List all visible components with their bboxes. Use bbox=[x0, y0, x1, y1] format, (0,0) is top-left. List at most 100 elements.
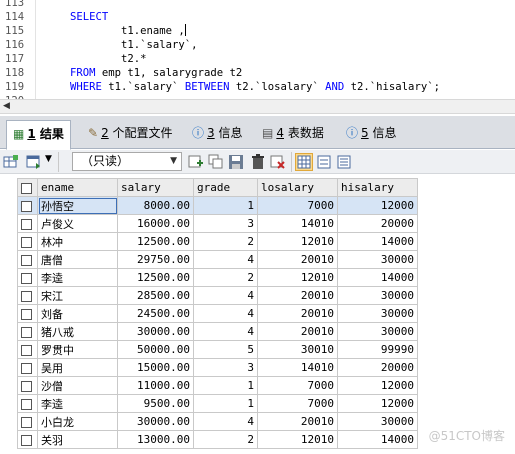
cell-ename[interactable]: 李逵 bbox=[37, 394, 118, 413]
cell-losalary[interactable]: 12010 bbox=[257, 430, 338, 449]
cell-grade[interactable]: 2 bbox=[193, 430, 258, 449]
cell-ename[interactable]: 吴用 bbox=[37, 358, 118, 377]
editor-horizontal-scrollbar[interactable]: ◀ bbox=[0, 99, 515, 114]
cell-hisalary[interactable]: 30000 bbox=[337, 286, 418, 305]
row-checkbox[interactable] bbox=[17, 430, 38, 449]
cell-salary[interactable]: 8000.00 bbox=[117, 196, 194, 215]
row-checkbox[interactable] bbox=[17, 214, 38, 233]
select-all-checkbox[interactable] bbox=[17, 178, 38, 197]
cell-hisalary[interactable]: 12000 bbox=[337, 394, 418, 413]
cell-salary[interactable]: 13000.00 bbox=[117, 430, 194, 449]
cell-salary[interactable]: 11000.00 bbox=[117, 376, 194, 395]
cell-losalary[interactable]: 12010 bbox=[257, 232, 338, 251]
row-checkbox[interactable] bbox=[17, 340, 38, 359]
cell-losalary[interactable]: 14010 bbox=[257, 358, 338, 377]
view-mode-dropdown-icon[interactable]: ▼ bbox=[45, 154, 52, 164]
cell-grade[interactable]: 1 bbox=[193, 376, 258, 395]
export-grid-icon[interactable] bbox=[3, 154, 19, 170]
table-row[interactable]: 林冲 12500.00 2 12010 14000 bbox=[17, 232, 418, 251]
cell-hisalary[interactable]: 14000 bbox=[337, 232, 418, 251]
table-row[interactable]: 孙悟空 8000.00 1 7000 12000 bbox=[17, 196, 418, 215]
sql-editor[interactable]: 113 114 SELECT 115 t1.ename , 116 t1.`salary… bbox=[0, 0, 515, 99]
table-row[interactable]: 小白龙 30000.00 4 20010 30000 bbox=[17, 412, 418, 431]
cell-ename[interactable]: 林冲 bbox=[37, 232, 118, 251]
cell-ename[interactable]: 唐僧 bbox=[37, 250, 118, 269]
cell-ename[interactable]: 孙悟空 bbox=[37, 196, 118, 215]
column-header-salary[interactable]: salary bbox=[117, 178, 194, 197]
row-checkbox[interactable] bbox=[17, 250, 38, 269]
cell-salary[interactable]: 30000.00 bbox=[117, 322, 194, 341]
cell-hisalary[interactable]: 30000 bbox=[337, 412, 418, 431]
table-row[interactable]: 沙僧 11000.00 1 7000 12000 bbox=[17, 376, 418, 395]
cell-grade[interactable]: 1 bbox=[193, 394, 258, 413]
insert-row-icon[interactable] bbox=[188, 154, 204, 170]
cell-ename[interactable]: 罗贯中 bbox=[37, 340, 118, 359]
cell-ename[interactable]: 宋江 bbox=[37, 286, 118, 305]
cell-ename[interactable]: 刘备 bbox=[37, 304, 118, 323]
table-row[interactable]: 罗贯中 50000.00 5 30010 99990 bbox=[17, 340, 418, 359]
cell-hisalary[interactable]: 12000 bbox=[337, 376, 418, 395]
cell-ename[interactable]: 沙僧 bbox=[37, 376, 118, 395]
cell-losalary[interactable]: 7000 bbox=[257, 376, 338, 395]
save-icon[interactable] bbox=[228, 154, 244, 170]
cell-hisalary[interactable]: 30000 bbox=[337, 250, 418, 269]
cell-grade[interactable]: 3 bbox=[193, 358, 258, 377]
cell-grade[interactable]: 1 bbox=[193, 196, 258, 215]
cell-losalary[interactable]: 20010 bbox=[257, 412, 338, 431]
tab-3[interactable]: ⓘ 3 信息 bbox=[186, 120, 249, 147]
duplicate-row-icon[interactable] bbox=[208, 154, 224, 170]
cell-losalary[interactable]: 12010 bbox=[257, 268, 338, 287]
row-checkbox[interactable] bbox=[17, 322, 38, 341]
tab-1[interactable]: ▦ 1 结果 bbox=[6, 120, 71, 150]
cell-hisalary[interactable]: 30000 bbox=[337, 304, 418, 323]
cell-hisalary[interactable]: 30000 bbox=[337, 322, 418, 341]
code-line[interactable]: 117 t2.* bbox=[0, 52, 515, 66]
code-line[interactable]: 118 FROM emp t1, salarygrade t2 bbox=[0, 66, 515, 80]
cell-salary[interactable]: 9500.00 bbox=[117, 394, 194, 413]
table-row[interactable]: 刘备 24500.00 4 20010 30000 bbox=[17, 304, 418, 323]
code-line[interactable]: 114 SELECT bbox=[0, 10, 515, 24]
cell-hisalary[interactable]: 20000 bbox=[337, 214, 418, 233]
cell-grade[interactable]: 4 bbox=[193, 286, 258, 305]
cell-salary[interactable]: 16000.00 bbox=[117, 214, 194, 233]
cell-ename[interactable]: 关羽 bbox=[37, 430, 118, 449]
row-checkbox[interactable] bbox=[17, 358, 38, 377]
cell-grade[interactable]: 2 bbox=[193, 268, 258, 287]
cell-salary[interactable]: 12500.00 bbox=[117, 268, 194, 287]
tab-5[interactable]: ⓘ 5 信息 bbox=[340, 120, 403, 147]
table-row[interactable]: 唐僧 29750.00 4 20010 30000 bbox=[17, 250, 418, 269]
cell-ename[interactable]: 李逵 bbox=[37, 268, 118, 287]
delete-icon[interactable] bbox=[250, 154, 266, 170]
cell-grade[interactable]: 2 bbox=[193, 232, 258, 251]
column-header-grade[interactable]: grade bbox=[193, 178, 258, 197]
tab-2[interactable]: ✎ 2 个配置文件 bbox=[82, 120, 179, 147]
row-checkbox[interactable] bbox=[17, 196, 38, 215]
table-row[interactable]: 猪八戒 30000.00 4 20010 30000 bbox=[17, 322, 418, 341]
readonly-select[interactable]: （只读） ▼ bbox=[72, 152, 182, 171]
cell-losalary[interactable]: 20010 bbox=[257, 304, 338, 323]
cell-salary[interactable]: 50000.00 bbox=[117, 340, 194, 359]
grid-view-icon[interactable] bbox=[295, 153, 313, 171]
cell-hisalary[interactable]: 14000 bbox=[337, 268, 418, 287]
cancel-changes-icon[interactable] bbox=[270, 154, 286, 170]
table-row[interactable]: 李逵 9500.00 1 7000 12000 bbox=[17, 394, 418, 413]
cell-salary[interactable]: 24500.00 bbox=[117, 304, 194, 323]
cell-grade[interactable]: 4 bbox=[193, 250, 258, 269]
view-mode-icon[interactable] bbox=[26, 154, 42, 170]
cell-losalary[interactable]: 30010 bbox=[257, 340, 338, 359]
cell-salary[interactable]: 29750.00 bbox=[117, 250, 194, 269]
cell-grade[interactable]: 4 bbox=[193, 412, 258, 431]
cell-hisalary[interactable]: 12000 bbox=[337, 196, 418, 215]
cell-losalary[interactable]: 20010 bbox=[257, 322, 338, 341]
code-line[interactable]: 115 t1.ename , bbox=[0, 24, 515, 38]
cell-grade[interactable]: 4 bbox=[193, 322, 258, 341]
cell-salary[interactable]: 12500.00 bbox=[117, 232, 194, 251]
column-header-hisalary[interactable]: hisalary bbox=[337, 178, 418, 197]
cell-hisalary[interactable]: 99990 bbox=[337, 340, 418, 359]
row-checkbox[interactable] bbox=[17, 412, 38, 431]
column-header-ename[interactable]: ename bbox=[37, 178, 118, 197]
row-checkbox[interactable] bbox=[17, 286, 38, 305]
code-line[interactable]: 113 bbox=[0, 0, 515, 10]
row-checkbox[interactable] bbox=[17, 394, 38, 413]
table-row[interactable]: 吴用 15000.00 3 14010 20000 bbox=[17, 358, 418, 377]
